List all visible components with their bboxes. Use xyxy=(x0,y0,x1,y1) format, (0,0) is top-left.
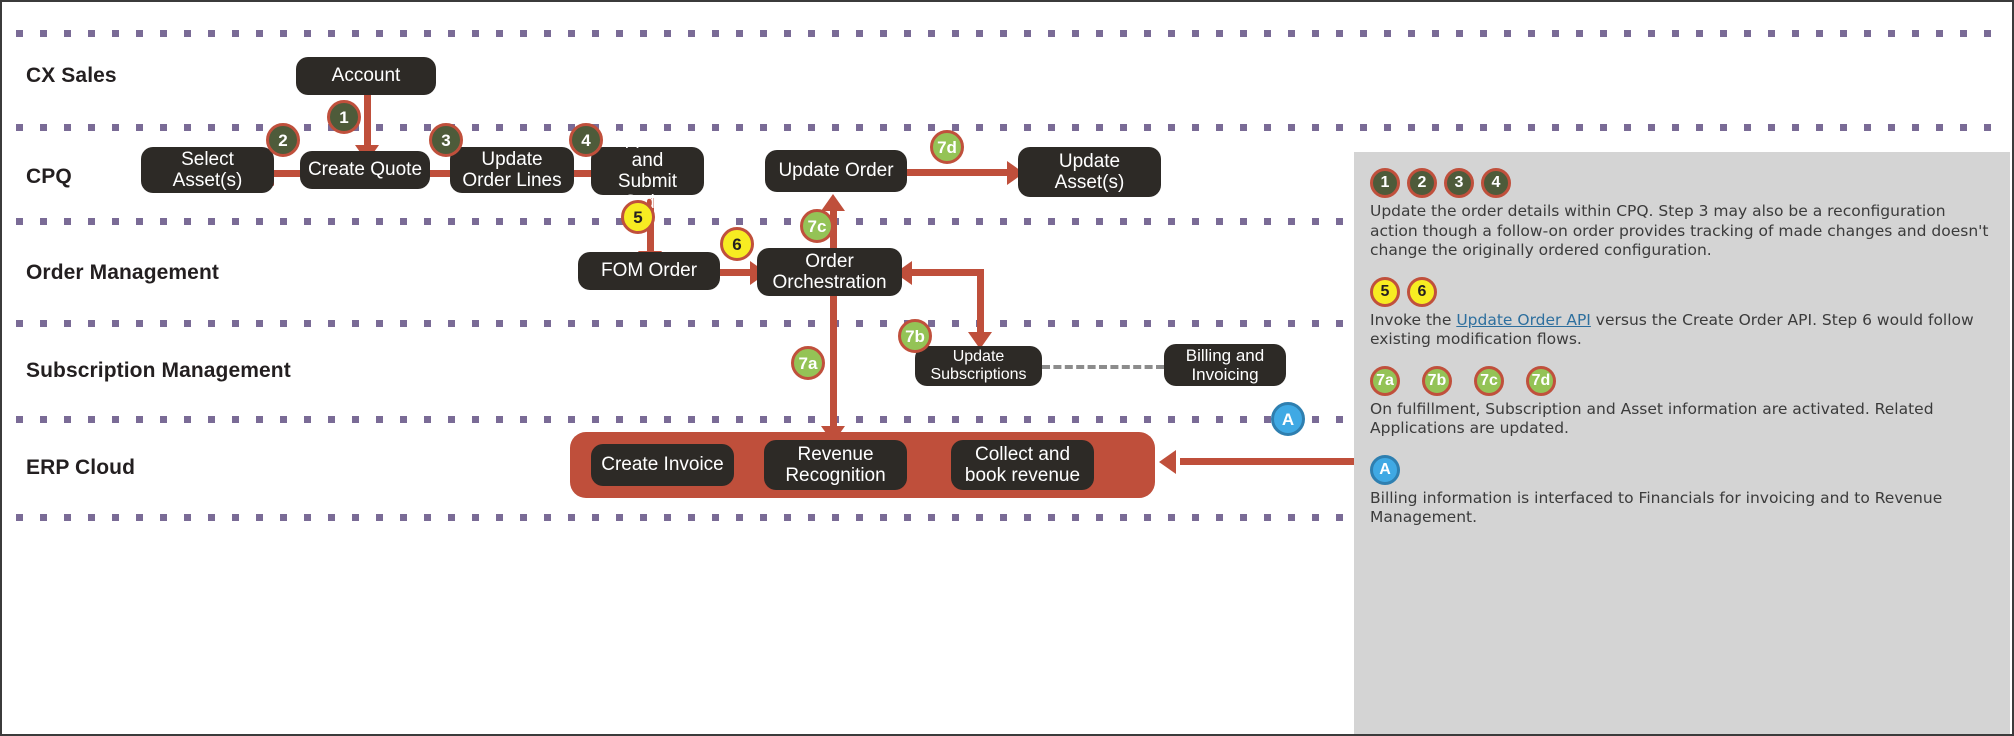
legend-badges-1-4: 1 2 3 4 xyxy=(1370,168,1996,198)
node-order-orchestration[interactable]: Order Orchestration xyxy=(757,248,902,296)
node-order-orchestration-label: Order Orchestration xyxy=(772,250,887,293)
lane-label-order-management: Order Management xyxy=(26,261,219,284)
node-revenue-recognition-label: Revenue Recognition xyxy=(785,443,886,486)
lane-label-cx-sales: CX Sales xyxy=(26,64,117,87)
legend-text-steps-1-4: Update the order details within CPQ. Ste… xyxy=(1370,202,1989,260)
node-select-assets-label: Select Asset(s) xyxy=(172,148,243,191)
legend-badges-5-6: 5 6 xyxy=(1370,276,1996,307)
legend-badge-1: 1 xyxy=(1370,168,1400,198)
arrowhead-orchestration-to-update-order xyxy=(821,194,845,211)
node-create-invoice[interactable]: Create Invoice xyxy=(591,444,734,486)
legend-panel: 1 2 3 4 Update the order details within … xyxy=(1354,152,2010,734)
connector-account-to-create-quote xyxy=(364,92,371,147)
node-collect-and-book-revenue-label: Collect and book revenue xyxy=(964,443,1081,486)
legend-badge-6: 6 xyxy=(1407,276,1437,307)
legend-text-steps-5-6: Invoke the Update Order API versus the C… xyxy=(1370,311,1996,350)
lane-label-erp-cloud: ERP Cloud xyxy=(26,456,136,479)
node-account-label: Account xyxy=(331,65,401,87)
step-badge-7b: 7b xyxy=(898,319,932,353)
connector-update-order-to-update-assets xyxy=(907,169,1017,176)
legend-badge-a: A xyxy=(1370,454,1400,485)
node-billing-and-invoicing[interactable]: Billing and Invoicing xyxy=(1164,344,1286,386)
node-update-order-label: Update Order xyxy=(778,160,894,182)
node-approve-and-submit-order[interactable]: Approve and Submit Order xyxy=(591,128,704,213)
node-fom-order-label: FOM Order xyxy=(600,260,698,282)
legend-text-before-link: Invoke the xyxy=(1370,310,1457,329)
update-order-api-link[interactable]: Update Order API xyxy=(1456,311,1591,329)
node-account[interactable]: Account xyxy=(296,57,436,95)
node-fom-order[interactable]: FOM Order xyxy=(578,252,720,290)
node-update-assets-label: Update Asset(s) xyxy=(1054,150,1125,193)
legend-block-steps-1-4: 1 2 3 4 Update the order details within … xyxy=(1370,168,1996,261)
step-badge-a: A xyxy=(1271,402,1305,436)
node-select-assets[interactable]: Select Asset(s) xyxy=(141,147,274,193)
swimlane-diagram: CX Sales CPQ Order Management Subscripti… xyxy=(0,0,2014,736)
lane-separator-1 xyxy=(16,124,2004,131)
node-update-order[interactable]: Update Order xyxy=(765,150,907,192)
step-badge-3: 3 xyxy=(429,123,463,157)
node-collect-and-book-revenue[interactable]: Collect and book revenue xyxy=(951,440,1094,490)
step-badge-1: 1 xyxy=(327,100,361,134)
node-update-subscriptions-label: Update Subscriptions xyxy=(930,348,1027,383)
legend-block-step-a: A Billing information is interfaced to F… xyxy=(1370,454,1996,528)
node-revenue-recognition[interactable]: Revenue Recognition xyxy=(764,440,907,490)
connector-orchestration-to-update-subscriptions-h xyxy=(902,269,984,276)
legend-badge-4: 4 xyxy=(1481,168,1511,198)
connector-orchestration-to-erp xyxy=(830,292,837,440)
lane-separator-top xyxy=(16,30,2004,37)
node-update-subscriptions[interactable]: Update Subscriptions xyxy=(915,346,1042,386)
connector-orchestration-to-update-subscriptions-v xyxy=(977,269,984,335)
lane-label-cpq: CPQ xyxy=(26,165,72,188)
node-approve-and-submit-order-label: Approve and Submit Order xyxy=(612,128,683,213)
legend-text-steps-7: On fulfillment, Subscription and Asset i… xyxy=(1370,399,1934,438)
arrowhead-billing-to-erp xyxy=(1159,450,1176,474)
node-create-quote-label: Create Quote xyxy=(307,159,423,181)
step-badge-2: 2 xyxy=(266,123,300,157)
legend-text-step-a: Billing information is interfaced to Fin… xyxy=(1370,488,1943,527)
legend-badge-2: 2 xyxy=(1407,168,1437,198)
node-create-invoice-label: Create Invoice xyxy=(601,454,724,476)
legend-badge-5: 5 xyxy=(1370,276,1400,307)
step-badge-7d: 7d xyxy=(930,130,964,164)
node-update-assets[interactable]: Update Asset(s) xyxy=(1018,147,1161,197)
legend-badge-3: 3 xyxy=(1444,168,1474,198)
legend-badges-7: 7a 7b 7c 7d xyxy=(1370,365,1996,396)
step-badge-6: 6 xyxy=(720,227,754,261)
legend-block-steps-5-6: 5 6 Invoke the Update Order API versus t… xyxy=(1370,276,1996,350)
legend-badges-a: A xyxy=(1370,454,1996,485)
node-billing-and-invoicing-label: Billing and Invoicing xyxy=(1185,345,1265,384)
node-update-order-lines-label: Update Order Lines xyxy=(462,148,562,191)
connector-subscriptions-to-billing-dashed xyxy=(1042,365,1164,369)
legend-badge-7a: 7a xyxy=(1370,365,1400,396)
lane-label-subscription-management: Subscription Management xyxy=(26,359,291,382)
legend-badge-7d: 7d xyxy=(1526,365,1556,396)
step-badge-4: 4 xyxy=(569,123,603,157)
legend-badge-7b: 7b xyxy=(1422,365,1452,396)
step-badge-7a: 7a xyxy=(791,346,825,380)
legend-badge-7c: 7c xyxy=(1474,365,1504,396)
node-update-order-lines[interactable]: Update Order Lines xyxy=(450,147,574,193)
step-badge-7c: 7c xyxy=(800,209,834,243)
legend-block-steps-7: 7a 7b 7c 7d On fulfillment, Subscription… xyxy=(1370,365,1996,439)
step-badge-5: 5 xyxy=(621,200,655,234)
node-create-quote[interactable]: Create Quote xyxy=(300,151,430,189)
